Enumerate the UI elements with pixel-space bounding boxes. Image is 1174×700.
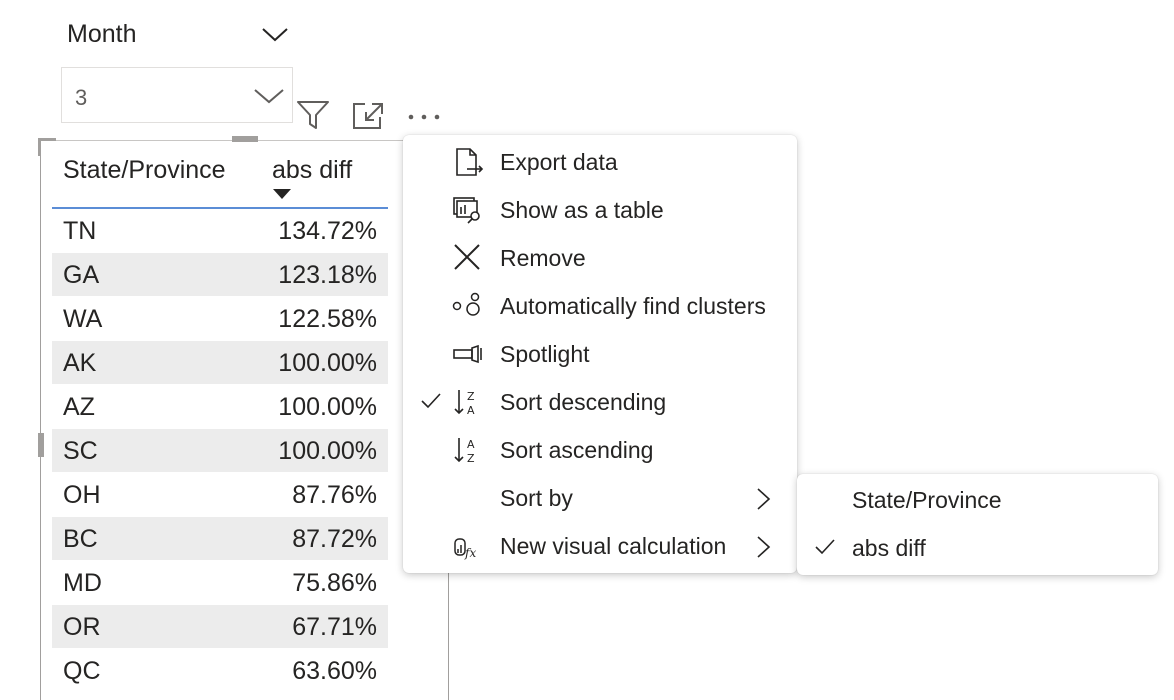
table-row[interactable]: QC 63.60% <box>52 649 388 693</box>
menu-item-label: Sort by <box>500 485 573 511</box>
menu-item-spotlight[interactable]: Spotlight <box>403 330 797 378</box>
chevron-down-icon <box>254 89 284 104</box>
cell-abs-diff: 63.60% <box>292 657 377 685</box>
svg-text:Z: Z <box>467 452 475 465</box>
cell-state-province: WA <box>63 305 103 333</box>
cell-abs-diff: 134.72% <box>278 217 377 245</box>
month-dropdown[interactable]: 3 <box>61 67 293 123</box>
menu-item-export-data[interactable]: Export data <box>403 138 797 186</box>
resize-top-handle[interactable] <box>232 136 258 142</box>
cell-abs-diff: 100.00% <box>278 393 377 421</box>
chevron-down-icon[interactable] <box>260 22 290 46</box>
spotlight-icon <box>453 344 482 364</box>
chevron-right-icon <box>757 488 771 510</box>
cell-abs-diff: 87.76% <box>292 481 377 509</box>
menu-item-sort-descending[interactable]: Z A Sort descending <box>403 378 797 426</box>
sort-descending-indicator-icon <box>273 189 291 199</box>
table-row[interactable]: WA 122.58% <box>52 297 388 341</box>
menu-item-label: Automatically find clusters <box>500 293 766 319</box>
menu-item-sort-ascending[interactable]: A Z Sort ascending <box>403 426 797 474</box>
checkmark-icon <box>815 539 835 555</box>
cell-abs-diff: 122.58% <box>278 305 377 333</box>
menu-item-label: Sort ascending <box>500 437 654 463</box>
table-row[interactable]: OR 67.71% <box>52 605 388 649</box>
data-table: State/Province abs diff TN 134.72% GA 123.1… <box>52 150 388 693</box>
menu-item-new-visual-calculation[interactable]: fx New visual calculation <box>403 522 797 570</box>
column-header-state[interactable]: State/Province <box>63 156 226 185</box>
table-row[interactable]: MD 75.86% <box>52 561 388 605</box>
menu-item-label: Remove <box>500 245 586 271</box>
cell-abs-diff: 87.72% <box>292 525 377 553</box>
close-icon <box>454 244 480 270</box>
cell-state-province: QC <box>63 657 101 685</box>
menu-item-sort-by[interactable]: Sort by <box>403 474 797 522</box>
cell-state-province: OH <box>63 481 101 509</box>
svg-text:A: A <box>467 438 475 451</box>
more-options-icon[interactable] <box>404 100 444 134</box>
svg-text:Z: Z <box>467 390 475 403</box>
cell-abs-diff: 100.00% <box>278 349 377 377</box>
table-view-icon <box>453 197 480 224</box>
table-row[interactable]: SC 100.00% <box>52 429 388 473</box>
resize-left-handle[interactable] <box>38 433 44 457</box>
month-dropdown-value: 3 <box>75 85 88 110</box>
menu-item-remove[interactable]: Remove <box>403 234 797 282</box>
table-row[interactable]: TN 134.72% <box>52 209 388 253</box>
table-header: State/Province abs diff <box>52 150 388 209</box>
table-row[interactable]: AZ 100.00% <box>52 385 388 429</box>
visual-calculation-icon: fx <box>454 538 476 560</box>
menu-item-label: Show as a table <box>500 197 664 223</box>
svg-text:fx: fx <box>464 546 476 560</box>
table-row[interactable]: AK 100.00% <box>52 341 388 385</box>
filter-icon[interactable] <box>294 98 334 132</box>
cell-state-province: GA <box>63 261 100 289</box>
menu-item-label: New visual calculation <box>500 533 727 559</box>
checkmark-icon <box>421 393 441 409</box>
cell-state-province: AZ <box>63 393 95 421</box>
cell-state-province: MD <box>63 569 102 597</box>
cell-state-province: BC <box>63 525 98 553</box>
table-row[interactable]: BC 87.72% <box>52 517 388 561</box>
cell-state-province: AK <box>63 349 97 377</box>
export-icon <box>456 148 484 176</box>
sort-ascending-icon: A Z <box>454 438 475 465</box>
cell-state-province: OR <box>63 613 101 641</box>
menu-item-find-clusters[interactable]: Automatically find clusters <box>403 282 797 330</box>
table-row[interactable]: GA 123.18% <box>52 253 388 297</box>
cell-state-province: TN <box>63 217 97 245</box>
submenu-item-state-province[interactable]: State/Province <box>797 476 1158 524</box>
focus-mode-icon[interactable] <box>350 98 390 132</box>
chevron-right-icon <box>757 536 771 558</box>
context-menu: Export data Show as a table Remove Autom… <box>403 135 797 573</box>
menu-item-label: Spotlight <box>500 341 590 367</box>
clusters-icon <box>452 292 480 316</box>
slicer-title: Month <box>67 20 137 48</box>
menu-item-show-as-table[interactable]: Show as a table <box>403 186 797 234</box>
cell-state-province: SC <box>63 437 98 465</box>
sort-by-submenu: State/Province abs diff <box>797 474 1158 575</box>
cell-abs-diff: 123.18% <box>278 261 377 289</box>
sort-descending-icon: Z A <box>454 390 475 417</box>
menu-item-label: Export data <box>500 149 618 175</box>
submenu-item-label: abs diff <box>852 535 926 561</box>
table-row[interactable]: OH 87.76% <box>52 473 388 517</box>
cell-abs-diff: 75.86% <box>292 569 377 597</box>
submenu-item-abs-diff[interactable]: abs diff <box>797 524 1158 572</box>
menu-item-label: Sort descending <box>500 389 667 415</box>
submenu-item-label: State/Province <box>852 487 1002 513</box>
column-header-abs-diff[interactable]: abs diff <box>272 156 352 185</box>
cell-abs-diff: 100.00% <box>278 437 377 465</box>
svg-text:A: A <box>467 404 475 417</box>
cell-abs-diff: 67.71% <box>292 613 377 641</box>
